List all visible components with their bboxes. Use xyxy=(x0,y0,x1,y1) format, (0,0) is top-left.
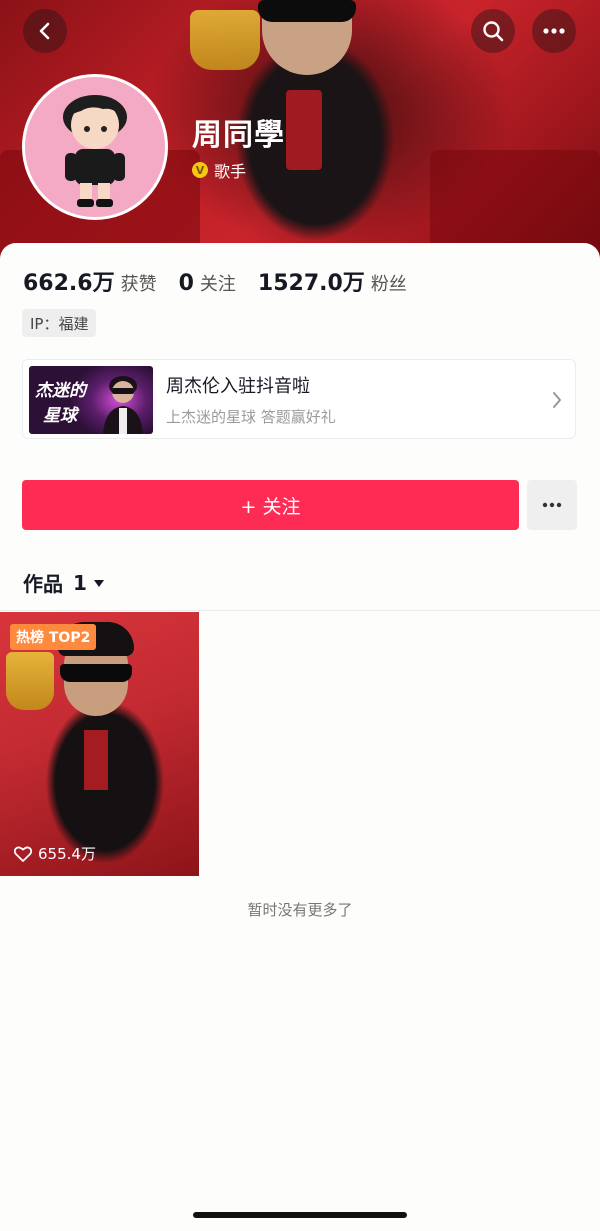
follow-button[interactable]: + 关注 xyxy=(22,480,519,530)
works-count: 1 xyxy=(73,570,87,595)
stat-followers-value[interactable]: 1527.0万 xyxy=(258,265,365,297)
profile-name: 周同學 xyxy=(192,118,285,153)
tab-divider xyxy=(0,610,600,611)
stats-row: 662.6万 获赞 0 关注 1527.0万 粉丝 xyxy=(23,265,429,297)
promo-title: 周杰伦入驻抖音啦 xyxy=(166,376,310,397)
video-sunglasses xyxy=(60,664,132,682)
promo-thumbnail: 杰迷的 星球 xyxy=(29,366,153,434)
chevron-left-icon xyxy=(39,22,50,40)
promo-person-icon xyxy=(103,376,143,434)
verified-badge-icon: V xyxy=(192,162,208,178)
verified-row: V 歌手 xyxy=(192,158,246,182)
more-horizontal-icon xyxy=(543,28,565,34)
end-of-list-text: 暂时没有更多了 xyxy=(247,901,353,919)
stat-likes-label: 获赞 xyxy=(120,274,157,295)
stat-followers-label[interactable]: 粉丝 xyxy=(371,270,407,296)
verified-label: 歌手 xyxy=(214,162,247,181)
video-likes: 655.4万 xyxy=(14,843,96,864)
follow-more-button[interactable] xyxy=(527,480,577,530)
tab-works[interactable]: 作品 1 xyxy=(23,568,105,597)
promo-thumb-line1: 杰迷的 xyxy=(35,381,86,401)
stat-likes-value: 662.6万 xyxy=(23,271,115,296)
banner-shirt xyxy=(286,90,322,170)
video-logo-plate xyxy=(6,652,54,710)
heart-icon xyxy=(14,846,32,862)
stat-following-label[interactable]: 关注 xyxy=(200,270,236,296)
promo-thumb-line2: 星球 xyxy=(43,406,77,426)
search-icon xyxy=(483,21,504,42)
avatar[interactable] xyxy=(22,74,168,220)
chevron-right-icon xyxy=(553,392,561,408)
stat-following-value[interactable]: 0 xyxy=(179,271,194,296)
promo-banner[interactable]: 杰迷的 星球 周杰伦入驻抖音啦 上杰迷的星球 答题赢好礼 xyxy=(22,359,576,439)
banner-sunglasses xyxy=(258,0,356,22)
search-button[interactable] xyxy=(471,9,515,53)
hot-rank-badge: 热榜 TOP2 xyxy=(10,624,97,650)
video-thumbnail[interactable]: 热榜 TOP2 655.4万 xyxy=(0,612,199,876)
caret-down-icon xyxy=(93,579,104,587)
video-likes-count: 655.4万 xyxy=(38,845,96,863)
back-button[interactable] xyxy=(23,9,67,53)
works-tab-label: 作品 xyxy=(23,572,63,596)
home-indicator[interactable] xyxy=(193,1212,407,1218)
more-horizontal-icon xyxy=(542,502,562,508)
promo-subtitle: 上杰迷的星球 答题赢好礼 xyxy=(166,408,336,426)
cartoon-avatar-icon xyxy=(63,95,127,207)
profile-content: 662.6万 获赞 0 关注 1527.0万 粉丝 IP：福建 杰迷的 星球 周… xyxy=(0,243,600,1231)
video-shirt xyxy=(84,730,108,790)
more-button[interactable] xyxy=(532,9,576,53)
ip-location-chip: IP：福建 xyxy=(22,309,97,337)
